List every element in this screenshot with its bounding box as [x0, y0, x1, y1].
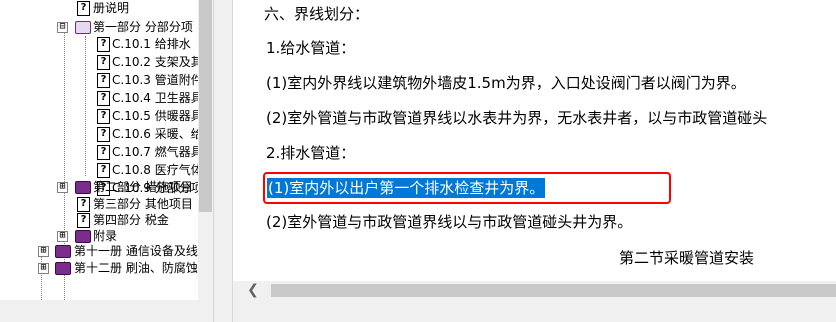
tree-item-label: C.10.3 管道附件: [112, 73, 198, 87]
expand-toggle-icon[interactable]: ⊞: [38, 246, 49, 257]
tree-item-label: 第十二册 刷油、防腐蚀: [74, 261, 198, 275]
tree-item-label: 第一部分 分部分项: [93, 20, 193, 34]
water-supply-title: 1.给水管道：: [266, 39, 356, 57]
tree-item-label: C.10.6 采暖、给: [112, 127, 198, 141]
help-topic-icon: ?: [97, 127, 110, 142]
content-bottom-edge: [233, 300, 836, 322]
tree-vertical-scrollbar[interactable]: [198, 0, 213, 300]
tree-item-label: 第十一册 通信设备及线: [74, 244, 198, 258]
help-topic-icon: ?: [77, 197, 90, 212]
tree-item-label: 册说明: [93, 1, 130, 15]
topic-tree-pane: ? 册说明 ⊟ 第一部分 分部分项 ? C.10.1 给排水 ? C.10.2 …: [0, 0, 213, 300]
section-heading: 六、界线划分：: [264, 5, 370, 23]
expand-toggle-icon[interactable]: ⊞: [57, 231, 68, 242]
help-topic-icon: ?: [97, 145, 110, 160]
content-scroll-thumb[interactable]: [271, 284, 836, 297]
pane-splitter[interactable]: [213, 0, 233, 322]
tree-bottom-edge: [0, 300, 213, 322]
closed-book-icon: [75, 181, 91, 194]
tree-item-label: C.10.5 供暖器具: [112, 109, 198, 123]
tree-item-label: C.10.8 医疗气体: [112, 163, 198, 177]
help-topic-icon: ?: [97, 109, 110, 124]
topic-content-pane: 六、界线划分： 1.给水管道： (1)室内外界线以建筑物外墙皮1.5m为界，入口…: [233, 0, 836, 281]
help-topic-icon: ?: [97, 37, 110, 52]
topic-tree: ? 册说明 ⊟ 第一部分 分部分项 ? C.10.1 给排水 ? C.10.2 …: [0, 0, 198, 300]
closed-book-icon: [55, 245, 71, 258]
tree-connector: [85, 36, 86, 176]
expand-toggle-icon[interactable]: ⊞: [38, 263, 49, 274]
tree-item-label: 第二部分 措施项目: [93, 180, 193, 194]
next-section-title[interactable]: 第二节采暖管道安装: [619, 247, 754, 269]
tree-item-label: C.10.2 支架及其: [112, 55, 198, 69]
open-book-icon: [75, 21, 91, 34]
drainage-title: 2.排水管道：: [266, 144, 356, 162]
help-topic-icon: ?: [97, 163, 110, 178]
help-topic-icon: ?: [97, 91, 110, 106]
help-topic-icon: ?: [97, 55, 110, 70]
content-horizontal-scrollbar[interactable]: ❮: [233, 281, 836, 300]
drainage-rule-1-selected[interactable]: (1)室内外以出户第一个排水检查井为界。: [267, 178, 546, 198]
closed-book-icon: [55, 262, 71, 275]
tree-scroll-thumb[interactable]: [199, 0, 212, 212]
help-topic-icon: ?: [77, 1, 90, 16]
expand-toggle-icon[interactable]: ⊞: [57, 182, 68, 193]
tree-connector: [64, 26, 65, 300]
collapse-toggle-icon[interactable]: ⊟: [57, 22, 68, 33]
tree-item-label: C.10.4 卫生器具: [112, 91, 198, 105]
tree-item-label: C.10.7 燃气器具: [112, 145, 198, 159]
scroll-left-arrow-icon[interactable]: ❮: [245, 282, 261, 299]
help-topic-icon: ?: [97, 73, 110, 88]
water-supply-rule-1: (1)室内外界线以建筑物外墙皮1.5m为界，入口处设阀门者以阀门为界。: [266, 74, 746, 92]
drainage-rule-2: (2)室外管道与市政管道界线以与市政管道碰头井为界。: [266, 213, 633, 231]
tree-item-label: C.10.1 给排水: [112, 37, 191, 51]
water-supply-rule-2: (2)室外管道与市政管道界线以水表井为界，无水表井者，以与市政管道碰头: [266, 109, 768, 127]
help-topic-icon: ?: [77, 213, 90, 228]
